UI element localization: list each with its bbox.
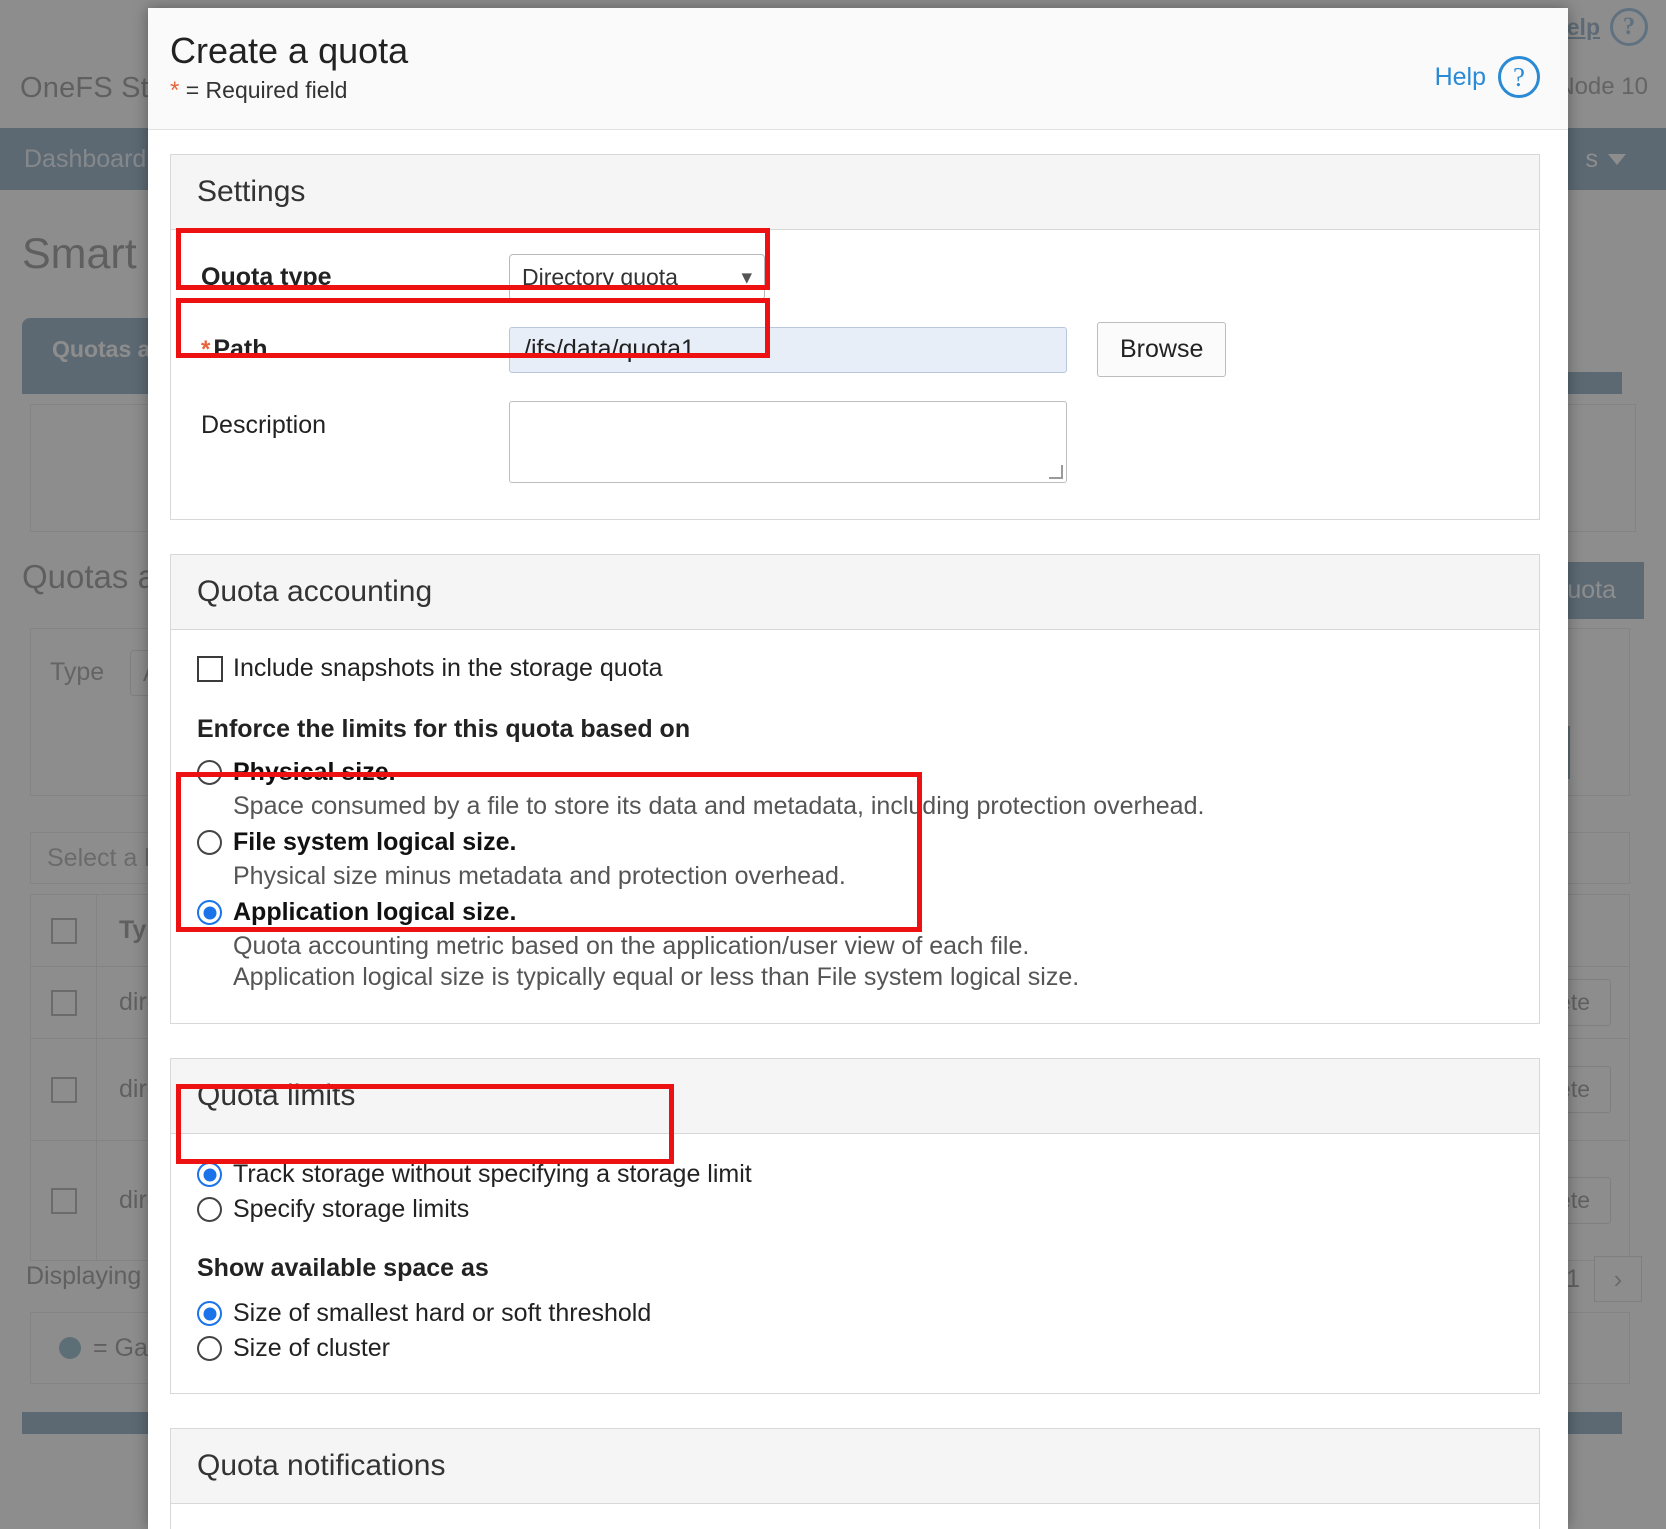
- radio-label: Specify storage limits: [233, 1195, 470, 1223]
- quota-notifications-panel-body: [171, 1504, 1539, 1529]
- path-row: * Path /ifs/data/quota1 Browse: [197, 322, 1513, 377]
- radio-icon[interactable]: [197, 1197, 222, 1222]
- settings-panel-title: Settings: [171, 155, 1539, 230]
- create-quota-modal: Create a quota * = Required field Help ?…: [148, 8, 1568, 1529]
- path-label: * Path: [197, 335, 509, 364]
- path-input[interactable]: /ifs/data/quota1: [509, 326, 1067, 373]
- quota-notifications-panel-title: Quota notifications: [171, 1429, 1539, 1504]
- chevron-down-icon: ▾: [741, 265, 752, 289]
- quota-accounting-panel-title: Quota accounting: [171, 555, 1539, 630]
- radio-specify-storage-limits[interactable]: Specify storage limits: [197, 1195, 1513, 1224]
- include-snapshots-row[interactable]: Include snapshots in the storage quota: [197, 654, 1513, 683]
- show-available-space-label: Show available space as: [197, 1254, 489, 1282]
- required-field-note: * = Required field: [170, 77, 1540, 105]
- radio-file-system-logical-size-description: Physical size minus metadata and protect…: [233, 862, 846, 890]
- quota-type-row: Quota type Directory quota ▾: [197, 254, 1513, 300]
- radio-application-logical-size-description-2: Application logical size is typically eq…: [233, 963, 1080, 991]
- radio-icon[interactable]: [197, 830, 222, 855]
- radio-icon[interactable]: [197, 1336, 222, 1361]
- radio-physical-size[interactable]: Physical size.: [197, 758, 1513, 787]
- radio-application-logical-size-description-1: Quota accounting metric based on the app…: [233, 932, 1030, 960]
- description-textarea[interactable]: [509, 401, 1067, 483]
- include-snapshots-label: Include snapshots in the storage quota: [233, 654, 663, 682]
- radio-icon[interactable]: [197, 900, 222, 925]
- modal-help-label: Help: [1434, 62, 1486, 91]
- radio-label: Physical size.: [233, 758, 396, 786]
- quota-limits-panel-body: Track storage without specifying a stora…: [171, 1134, 1539, 1393]
- description-row: Description: [197, 401, 1513, 483]
- modal-body: Settings Quota type Directory quota ▾ * P…: [148, 130, 1568, 1529]
- modal-help-link[interactable]: Help ?: [1435, 56, 1540, 98]
- radio-icon[interactable]: [197, 760, 222, 785]
- radio-size-of-smallest-threshold[interactable]: Size of smallest hard or soft threshold: [197, 1299, 1513, 1328]
- modal-title: Create a quota: [170, 30, 409, 71]
- quota-type-label: Quota type: [201, 262, 332, 291]
- quota-accounting-panel-body: Include snapshots in the storage quota E…: [171, 630, 1539, 1023]
- quota-notifications-panel: Quota notifications: [170, 1428, 1540, 1529]
- radio-icon[interactable]: [197, 1162, 222, 1187]
- enforce-limits-label: Enforce the limits for this quota based …: [197, 715, 691, 743]
- checkbox-icon[interactable]: [197, 655, 223, 682]
- browse-button[interactable]: Browse: [1097, 322, 1227, 377]
- required-asterisk: *: [170, 77, 180, 105]
- question-circle-icon[interactable]: ?: [1498, 56, 1540, 98]
- description-label: Description: [201, 411, 327, 439]
- radio-physical-size-description: Space consumed by a file to store its da…: [233, 792, 1205, 820]
- radio-label: Size of smallest hard or soft threshold: [233, 1299, 652, 1327]
- required-asterisk: *: [201, 336, 211, 363]
- radio-size-of-cluster[interactable]: Size of cluster: [197, 1334, 1513, 1363]
- quota-accounting-panel: Quota accounting Include snapshots in th…: [170, 554, 1540, 1024]
- radio-track-storage[interactable]: Track storage without specifying a stora…: [197, 1160, 1513, 1189]
- settings-panel-body: Quota type Directory quota ▾ * Path /ifs/…: [171, 230, 1539, 519]
- quota-limits-panel: Quota limits Track storage without speci…: [170, 1058, 1540, 1394]
- radio-file-system-logical-size[interactable]: File system logical size.: [197, 828, 1513, 857]
- quota-type-value: Directory quota: [522, 263, 678, 290]
- radio-label: Application logical size.: [233, 898, 517, 926]
- radio-application-logical-size[interactable]: Application logical size.: [197, 898, 1513, 927]
- path-label-text: Path: [213, 335, 268, 363]
- required-field-text: = Required field: [185, 77, 348, 104]
- modal-header: Create a quota * = Required field Help ?: [148, 8, 1568, 130]
- radio-icon[interactable]: [197, 1301, 222, 1326]
- radio-label: Track storage without specifying a stora…: [233, 1160, 752, 1188]
- radio-label: Size of cluster: [233, 1334, 391, 1362]
- quota-type-select[interactable]: Directory quota ▾: [509, 254, 765, 300]
- settings-panel: Settings Quota type Directory quota ▾ * P…: [170, 154, 1540, 520]
- quota-limits-panel-title: Quota limits: [171, 1059, 1539, 1134]
- radio-label: File system logical size.: [233, 828, 517, 856]
